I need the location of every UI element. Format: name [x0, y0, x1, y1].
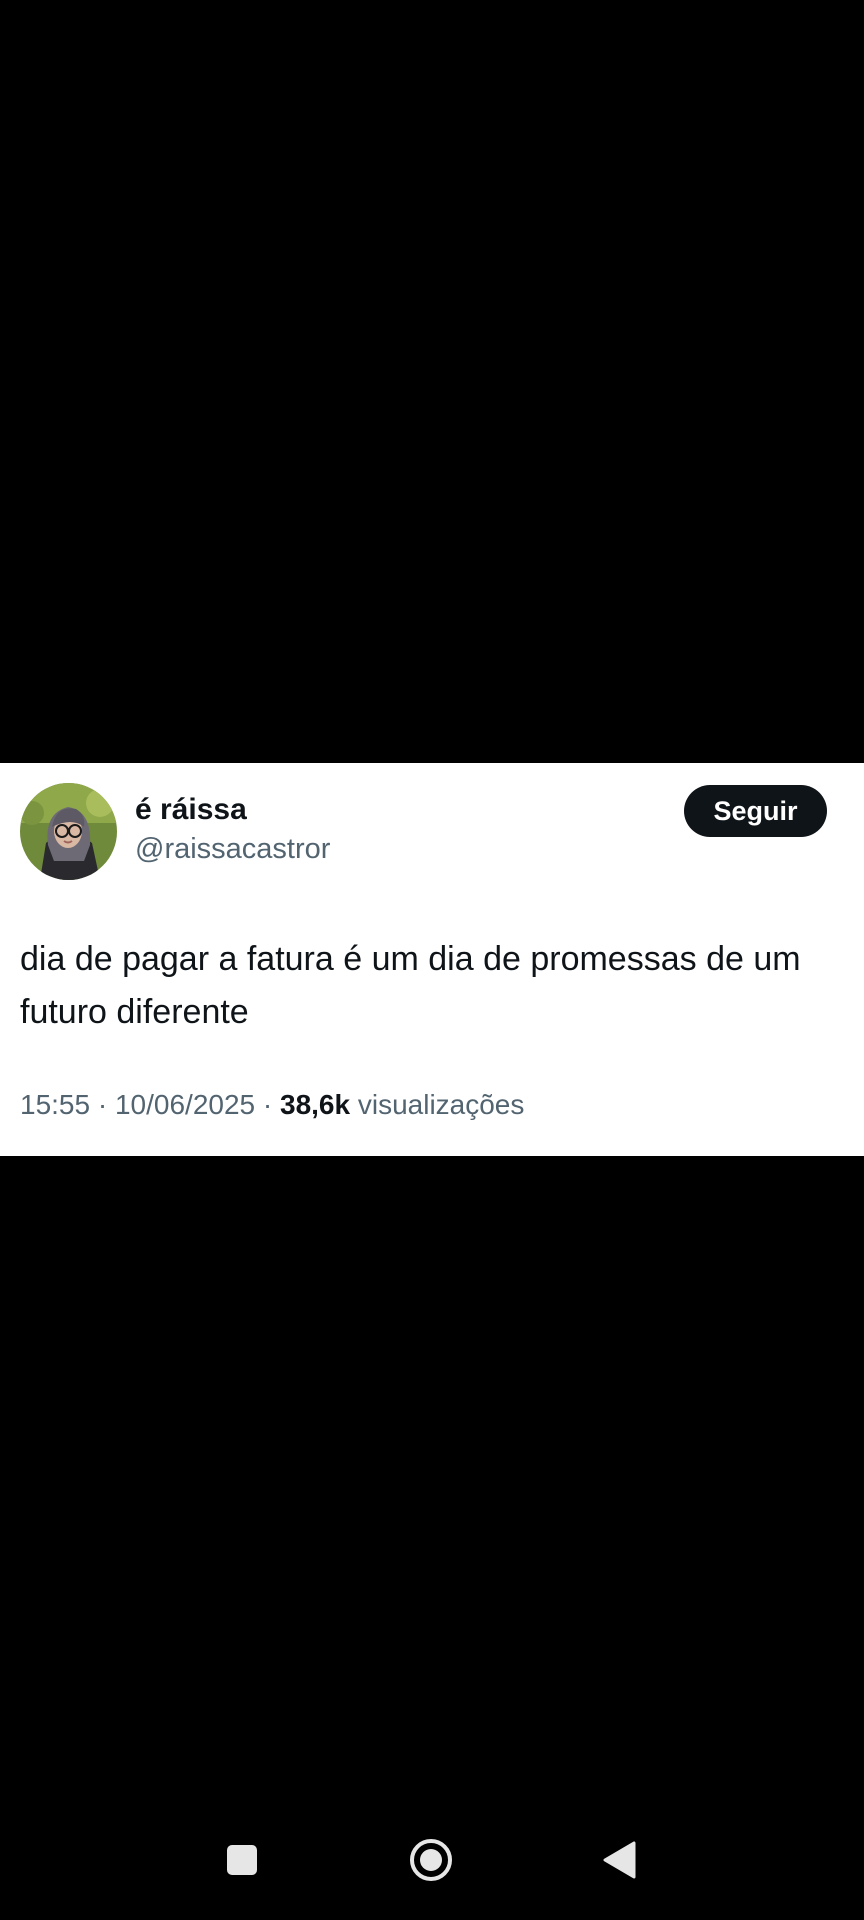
triangle-back-icon — [602, 1841, 636, 1884]
tweet-meta: 15:55 · 10/06/2025 · 38,6k visualizações — [20, 1089, 524, 1121]
user-handle[interactable]: @raissacastror — [135, 833, 330, 866]
views-label[interactable]: visualizações — [358, 1089, 525, 1120]
tweet-text: dia de pagar a fatura é um dia de promes… — [20, 940, 801, 1031]
avatar[interactable] — [20, 783, 117, 880]
home-button[interactable] — [401, 1832, 461, 1892]
back-button[interactable] — [589, 1832, 649, 1892]
display-name[interactable]: é ráissa — [135, 793, 247, 827]
tweet-time[interactable]: 15:55 — [20, 1089, 90, 1120]
recents-button[interactable] — [212, 1832, 272, 1892]
views-count[interactable]: 38,6k — [280, 1089, 350, 1120]
follow-button[interactable]: Seguir — [684, 785, 827, 837]
meta-separator: · — [262, 1089, 273, 1120]
tweet-date[interactable]: 10/06/2025 — [115, 1089, 255, 1120]
screen: é ráissa @raissacastror Seguir dia de pa… — [0, 0, 864, 1920]
circle-home-icon — [408, 1837, 454, 1888]
meta-separator: · — [97, 1089, 108, 1120]
tweet-card[interactable]: é ráissa @raissacastror Seguir dia de pa… — [0, 763, 864, 1156]
square-recents-icon — [226, 1844, 258, 1881]
system-nav-bar — [0, 1820, 864, 1920]
